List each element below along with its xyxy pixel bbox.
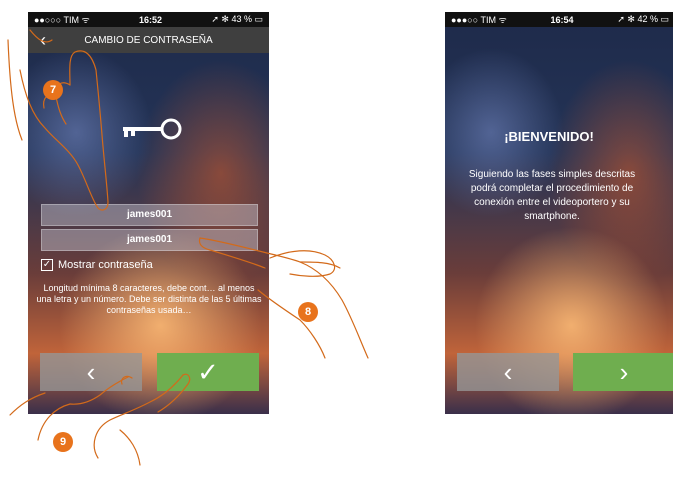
- key-icon: [123, 118, 182, 140]
- show-password-checkbox[interactable]: ✓ Mostrar contraseña: [41, 259, 153, 271]
- step-badge-9: 9: [53, 432, 73, 452]
- status-carrier: ●●●○○ TIM ᯤ: [451, 15, 507, 25]
- chevron-left-icon: ‹: [503, 356, 513, 387]
- welcome-text: Siguiendo las fases simples descritas po…: [468, 169, 636, 222]
- confirm-button[interactable]: ✓: [157, 353, 259, 391]
- status-time: 16:54: [550, 14, 574, 25]
- title-bar: ‹ CAMBIO DE CONTRASEÑA: [28, 27, 269, 53]
- chevron-left-icon: ‹: [40, 30, 46, 50]
- check-icon: ✓: [197, 356, 219, 387]
- status-carrier: ●●○○○ TIM ᯤ: [34, 15, 90, 25]
- status-bar: ●●●○○ TIM ᯤ 16:54 ➚ ✻ 42 % ▭: [445, 12, 673, 27]
- chevron-left-icon: ‹: [86, 356, 96, 387]
- username-field[interactable]: james001: [41, 204, 258, 226]
- status-bar: ●●○○○ TIM ᯤ 16:52 ➚ ✻ 43 % ▭: [28, 12, 269, 27]
- show-password-label: Mostrar contraseña: [58, 259, 153, 271]
- password-field[interactable]: james001: [41, 229, 258, 251]
- welcome-title: ¡BIENVENIDO!: [504, 129, 594, 144]
- step-badge-8: 8: [298, 302, 318, 322]
- checkmark-icon[interactable]: ✓: [41, 259, 53, 271]
- page-title: CAMBIO DE CONTRASEÑA: [84, 34, 213, 46]
- previous-button[interactable]: ‹: [40, 353, 142, 391]
- step-badge-7: 7: [43, 80, 63, 100]
- phone-screen-change-password: ●●○○○ TIM ᯤ 16:52 ➚ ✻ 43 % ▭ ‹ CAMBIO DE…: [28, 12, 269, 414]
- password-hint: Longitud mínima 8 caracteres, debe cont……: [36, 283, 262, 315]
- status-battery: ➚ ✻ 42 % ▭: [617, 14, 669, 24]
- next-button[interactable]: ›: [573, 353, 673, 391]
- phone-screen-welcome: ●●●○○ TIM ᯤ 16:54 ➚ ✻ 42 % ▭ ¡BIENVENIDO…: [445, 12, 673, 414]
- back-button[interactable]: ‹: [34, 30, 52, 50]
- previous-button[interactable]: ‹: [457, 353, 559, 391]
- chevron-right-icon: ›: [619, 356, 629, 387]
- status-time: 16:52: [139, 14, 163, 25]
- status-battery: ➚ ✻ 43 % ▭: [211, 14, 263, 24]
